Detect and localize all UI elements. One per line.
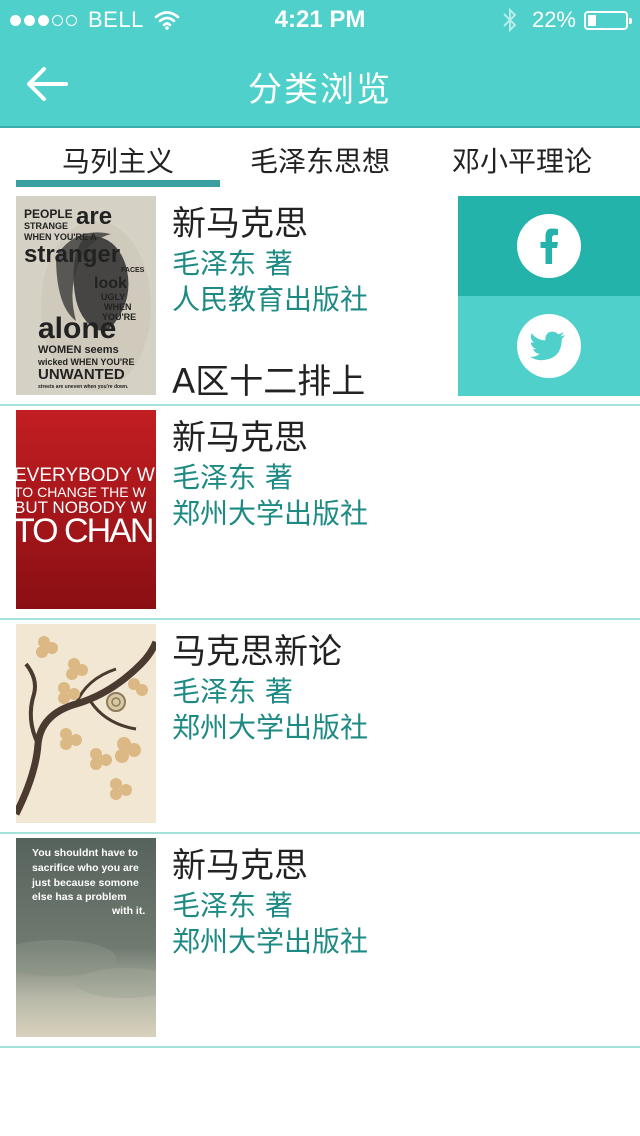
list-item[interactable]: 马克思新论 毛泽东 著 郑州大学出版社: [0, 620, 640, 834]
book-cover: [16, 624, 156, 823]
book-publisher: 郑州大学出版社: [172, 925, 369, 958]
book-cover: PEOPLE are STRANGE WHEN YOU'RE A strange…: [16, 196, 156, 395]
share-panel: [458, 196, 640, 396]
book-title: 马克思新论: [172, 632, 342, 672]
svg-text:alone: alone: [38, 312, 116, 345]
book-publisher: 郑州大学出版社: [172, 497, 369, 530]
book-cover: You shouldnt have to sacrifice who you a…: [16, 838, 156, 1037]
tab-selected-indicator: [16, 180, 220, 187]
facebook-share-button[interactable]: [458, 196, 640, 296]
book-title: 新马克思: [172, 846, 308, 886]
battery-percent: 22%: [531, 7, 576, 32]
svg-text:PEOPLE: PEOPLE: [24, 207, 73, 221]
twitter-share-button[interactable]: [458, 296, 640, 396]
list-item[interactable]: PEOPLE are STRANGE WHEN YOU'RE A strange…: [0, 192, 640, 406]
book-publisher: 郑州大学出版社: [172, 711, 369, 744]
book-author: 毛泽东 著: [172, 675, 293, 708]
status-bar: BELL 4:21 PM 22%: [0, 0, 640, 40]
book-title: 新马克思: [172, 204, 308, 244]
battery-icon: [584, 10, 632, 30]
list-item[interactable]: You shouldnt have to sacrifice who you a…: [0, 834, 640, 1048]
svg-text:else has a problem: else has a problem: [32, 891, 127, 903]
nav-bar: 分类浏览: [0, 40, 640, 126]
svg-text:UGLY: UGLY: [101, 292, 125, 302]
svg-text:WOMEN seems: WOMEN seems: [38, 344, 119, 356]
svg-text:sacrifice who you are: sacrifice who you are: [32, 862, 139, 874]
svg-text:with it.: with it.: [111, 905, 145, 917]
svg-text:UNWANTED: UNWANTED: [38, 366, 125, 383]
book-title: 新马克思: [172, 418, 308, 458]
svg-text:are: are: [76, 203, 112, 230]
svg-text:STRANGE: STRANGE: [24, 221, 68, 231]
svg-text:You shouldnt have to: You shouldnt have to: [32, 847, 138, 859]
bluetooth-icon: [503, 7, 517, 33]
svg-text:look: look: [94, 275, 127, 292]
tab-mao-thought[interactable]: 毛泽东思想: [220, 140, 420, 180]
tab-deng-theory[interactable]: 邓小平理论: [420, 140, 624, 180]
svg-text:streets are uneven when you're: streets are uneven when you're down.: [38, 384, 129, 390]
book-cover: EVERYBODY W TO CHANGE THE W BUT NOBODY W…: [16, 410, 156, 609]
twitter-icon: [530, 331, 565, 361]
svg-text:FACES: FACES: [121, 267, 145, 274]
book-author: 毛泽东 著: [172, 247, 293, 280]
tab-marxism-leninism[interactable]: 马列主义: [16, 140, 220, 180]
book-author: 毛泽东 著: [172, 889, 293, 922]
page-title: 分类浏览: [248, 70, 392, 110]
book-location: A区十二排上: [172, 362, 366, 402]
svg-text:EVERYBODY W: EVERYBODY W: [16, 465, 155, 486]
app-header: BELL 4:21 PM 22% 分类浏览: [0, 0, 640, 128]
list-item[interactable]: EVERYBODY W TO CHANGE THE W BUT NOBODY W…: [0, 406, 640, 620]
svg-text:just because somone: just because somone: [31, 877, 139, 889]
book-publisher: 人民教育出版社: [172, 283, 369, 316]
facebook-icon: [540, 228, 558, 264]
svg-text:stranger: stranger: [24, 241, 120, 268]
svg-text:TO CHAN: TO CHAN: [16, 512, 152, 550]
book-author: 毛泽东 著: [172, 461, 293, 494]
svg-text:WHEN: WHEN: [104, 302, 132, 312]
